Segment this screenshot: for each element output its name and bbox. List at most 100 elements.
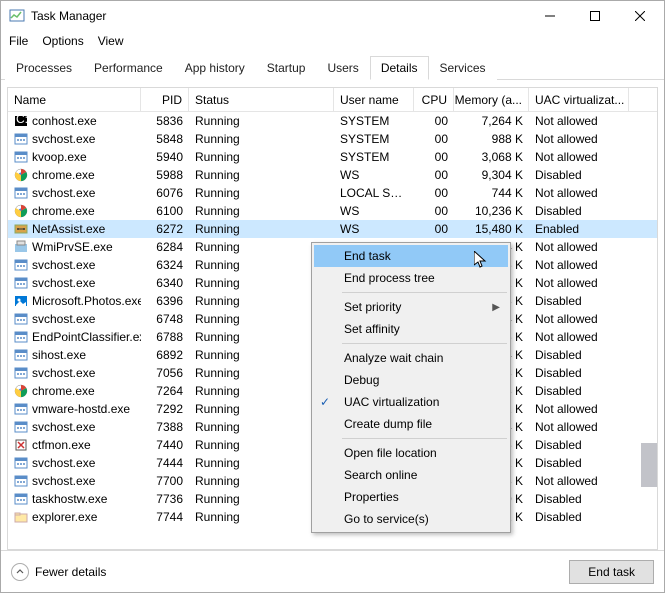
table-row[interactable]: chrome.exe5988RunningWS009,304 KDisabled	[8, 166, 657, 184]
process-uac: Disabled	[529, 168, 629, 182]
ctx-end-process-tree[interactable]: End process tree	[314, 267, 508, 289]
process-icon	[14, 294, 28, 308]
table-row[interactable]: chrome.exe6100RunningWS0010,236 KDisable…	[8, 202, 657, 220]
process-pid: 5988	[141, 168, 189, 182]
tab-startup[interactable]: Startup	[256, 56, 317, 80]
menu-options[interactable]: Options	[42, 34, 83, 48]
window-title: Task Manager	[31, 9, 527, 23]
chevron-up-icon	[11, 563, 29, 581]
col-mem[interactable]: Memory (a...	[454, 88, 529, 111]
process-uac: Not allowed	[529, 330, 629, 344]
ctx-uac-virtualization[interactable]: ✓UAC virtualization	[314, 391, 508, 413]
col-uac[interactable]: UAC virtualizat...	[529, 88, 629, 111]
ctx-go-to-services[interactable]: Go to service(s)	[314, 508, 508, 530]
process-cpu: 00	[414, 204, 454, 218]
process-name: chrome.exe	[32, 384, 95, 398]
ctx-end-task[interactable]: End task	[314, 245, 508, 267]
process-pid: 6892	[141, 348, 189, 362]
table-row[interactable]: svchost.exe5848RunningSYSTEM00988 KNot a…	[8, 130, 657, 148]
footer-bar: Fewer details End task	[1, 550, 664, 592]
process-uac: Disabled	[529, 456, 629, 470]
process-status: Running	[189, 168, 334, 182]
ctx-set-priority[interactable]: Set priority▶	[314, 296, 508, 318]
process-cpu: 00	[414, 168, 454, 182]
process-pid: 5848	[141, 132, 189, 146]
title-bar: Task Manager	[1, 1, 664, 31]
process-user: LOCAL SE...	[334, 186, 414, 200]
table-row[interactable]: NetAssist.exe6272RunningWS0015,480 KEnab…	[8, 220, 657, 238]
process-uac: Disabled	[529, 366, 629, 380]
process-cpu: 00	[414, 132, 454, 146]
tab-app-history[interactable]: App history	[174, 56, 256, 80]
process-pid: 7440	[141, 438, 189, 452]
tab-services[interactable]: Services	[429, 56, 497, 80]
fewer-details-label: Fewer details	[35, 565, 106, 579]
process-cpu: 00	[414, 186, 454, 200]
app-icon	[9, 8, 25, 24]
col-user[interactable]: User name	[334, 88, 414, 111]
process-uac: Disabled	[529, 384, 629, 398]
end-task-button[interactable]: End task	[569, 560, 654, 584]
tab-performance[interactable]: Performance	[83, 56, 174, 80]
maximize-button[interactable]	[572, 2, 617, 31]
ctx-properties[interactable]: Properties	[314, 486, 508, 508]
process-status: Running	[189, 132, 334, 146]
checkmark-icon: ✓	[320, 395, 330, 409]
scrollbar-thumb[interactable]	[641, 443, 657, 487]
process-memory: 7,264 K	[454, 114, 529, 128]
process-name: Microsoft.Photos.exe	[32, 294, 141, 308]
process-pid: 7292	[141, 402, 189, 416]
process-name: svchost.exe	[32, 420, 95, 434]
col-status[interactable]: Status	[189, 88, 334, 111]
tab-details[interactable]: Details	[370, 56, 429, 80]
table-row[interactable]: kvoop.exe5940RunningSYSTEM003,068 KNot a…	[8, 148, 657, 166]
process-pid: 7736	[141, 492, 189, 506]
process-memory: 3,068 K	[454, 150, 529, 164]
ctx-open-file-location[interactable]: Open file location	[314, 442, 508, 464]
ctx-create-dump[interactable]: Create dump file	[314, 413, 508, 435]
menu-bar: File Options View	[1, 31, 664, 51]
process-uac: Disabled	[529, 510, 629, 524]
tab-users[interactable]: Users	[316, 56, 369, 80]
process-uac: Disabled	[529, 492, 629, 506]
menu-view[interactable]: View	[98, 34, 124, 48]
process-name: vmware-hostd.exe	[32, 402, 130, 416]
process-icon	[14, 366, 28, 380]
process-pid: 7056	[141, 366, 189, 380]
process-icon	[14, 186, 28, 200]
tab-processes[interactable]: Processes	[5, 56, 83, 80]
process-pid: 6748	[141, 312, 189, 326]
process-name: chrome.exe	[32, 204, 95, 218]
minimize-button[interactable]	[527, 2, 572, 31]
ctx-debug[interactable]: Debug	[314, 369, 508, 391]
fewer-details-toggle[interactable]: Fewer details	[11, 563, 106, 581]
process-icon	[14, 438, 28, 452]
ctx-set-affinity[interactable]: Set affinity	[314, 318, 508, 340]
process-pid: 6076	[141, 186, 189, 200]
process-uac: Not allowed	[529, 240, 629, 254]
col-cpu[interactable]: CPU	[414, 88, 454, 111]
col-pid[interactable]: PID	[141, 88, 189, 111]
table-row[interactable]: svchost.exe6076RunningLOCAL SE...00744 K…	[8, 184, 657, 202]
close-button[interactable]	[617, 2, 662, 31]
process-name: conhost.exe	[32, 114, 97, 128]
process-uac: Enabled	[529, 222, 629, 236]
process-cpu: 00	[414, 114, 454, 128]
process-icon	[14, 402, 28, 416]
process-icon	[14, 474, 28, 488]
menu-file[interactable]: File	[9, 34, 28, 48]
process-pid: 6100	[141, 204, 189, 218]
ctx-analyze-wait-chain[interactable]: Analyze wait chain	[314, 347, 508, 369]
tab-strip: Processes Performance App history Startu…	[1, 55, 664, 80]
process-icon	[14, 150, 28, 164]
table-row[interactable]: C:\conhost.exe5836RunningSYSTEM007,264 K…	[8, 112, 657, 130]
process-uac: Disabled	[529, 438, 629, 452]
ctx-search-online[interactable]: Search online	[314, 464, 508, 486]
col-name[interactable]: Name	[8, 88, 141, 111]
submenu-arrow-icon: ▶	[492, 302, 500, 313]
process-uac: Not allowed	[529, 132, 629, 146]
process-icon	[14, 240, 28, 254]
process-name: chrome.exe	[32, 168, 95, 182]
process-pid: 7444	[141, 456, 189, 470]
process-name: explorer.exe	[32, 510, 97, 524]
